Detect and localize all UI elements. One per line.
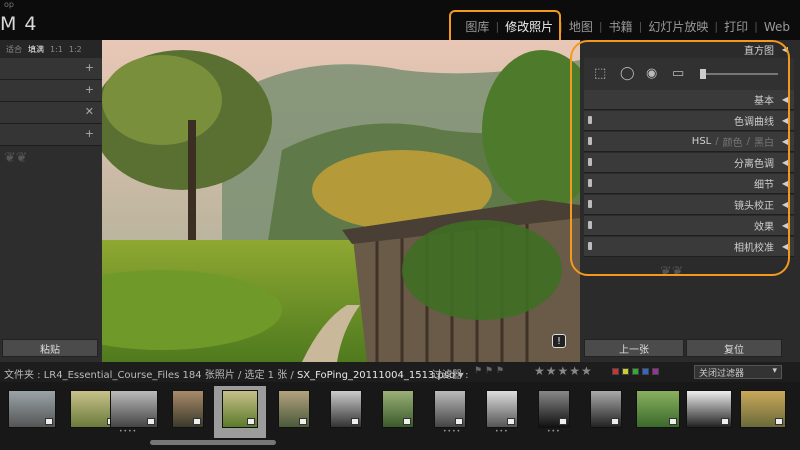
- app-brand: M 4: [0, 13, 38, 35]
- filmstrip-thumbnail[interactable]: [330, 390, 362, 428]
- filmstrip-bar: 文件夹 : LR4_Essential_Course_Files 184 张照片…: [0, 362, 800, 382]
- edit-badge-icon: [559, 418, 567, 425]
- filmstrip-thumbnail[interactable]: [382, 390, 414, 428]
- color-label-filter[interactable]: [612, 368, 659, 375]
- plus-icon[interactable]: +: [85, 61, 94, 74]
- module-book[interactable]: 书籍: [603, 18, 639, 35]
- plus-icon[interactable]: +: [85, 127, 94, 140]
- panel-end-ornament-icon: ❦❦: [4, 150, 28, 166]
- brand-fragment: op: [4, 0, 14, 9]
- plus-icon[interactable]: +: [85, 83, 94, 96]
- reset-button[interactable]: 复位: [686, 339, 782, 357]
- purple-label-icon[interactable]: [652, 368, 659, 375]
- edit-badge-icon: [721, 418, 729, 425]
- filter-label: 过滤器 :: [432, 370, 469, 381]
- filmstrip-thumbnail-selected[interactable]: ••••: [222, 390, 258, 435]
- photo-count: 184 张照片 / 选定 1 张 /: [182, 370, 294, 381]
- edit-badge-icon: [247, 418, 255, 425]
- paste-button[interactable]: 粘贴: [2, 339, 98, 357]
- presets-panel-row[interactable]: +: [0, 58, 102, 80]
- info-icon[interactable]: !: [552, 334, 566, 348]
- module-print[interactable]: 打印: [718, 18, 754, 35]
- filter-select-value: 关闭过滤器: [699, 368, 745, 379]
- edit-badge-icon: [775, 418, 783, 425]
- edit-badge-icon: [351, 418, 359, 425]
- star-filter-icon[interactable]: ★★★★★: [534, 364, 593, 378]
- flag-filter-icon[interactable]: ⚑ ⚑ ⚑: [474, 366, 504, 376]
- green-label-icon[interactable]: [632, 368, 639, 375]
- filmstrip-thumbnail[interactable]: [590, 390, 622, 428]
- module-web[interactable]: Web: [758, 20, 796, 34]
- filmstrip-thumbnail[interactable]: [636, 390, 680, 428]
- landscape-photo: [102, 40, 580, 362]
- chevron-down-icon: ▾: [772, 366, 777, 376]
- edit-badge-icon: [193, 418, 201, 425]
- yellow-label-icon[interactable]: [622, 368, 629, 375]
- rating-dots: •••: [495, 428, 509, 435]
- collections-panel-row[interactable]: +: [0, 124, 102, 146]
- edit-badge-icon: [669, 418, 677, 425]
- zoom-fill[interactable]: 填满: [28, 44, 44, 55]
- filmstrip-thumbnail[interactable]: [740, 390, 786, 428]
- edit-badge-icon: [611, 418, 619, 425]
- filter-select[interactable]: 关闭过滤器 ▾: [694, 365, 782, 379]
- module-slideshow[interactable]: 幻灯片放映: [642, 18, 714, 35]
- edit-badge-icon: [403, 418, 411, 425]
- folder-label: 文件夹 : LR4_Essential_Course_Files: [4, 370, 180, 381]
- rating-dots: •••: [547, 428, 561, 435]
- filmstrip-thumbnail[interactable]: •••: [538, 390, 570, 435]
- module-map[interactable]: 地图: [563, 18, 599, 35]
- rating-dots: ••••: [119, 428, 138, 435]
- left-panel: 适合 填满 1:1 1:2 + + ✕ + ❦❦ 粘贴: [0, 40, 102, 362]
- edit-badge-icon: [455, 418, 463, 425]
- history-panel-row[interactable]: ✕: [0, 102, 102, 124]
- rating-dots: ••••: [231, 428, 250, 435]
- source-breadcrumb[interactable]: 文件夹 : LR4_Essential_Course_Files 184 张照片…: [4, 366, 464, 381]
- snapshots-panel-row[interactable]: +: [0, 80, 102, 102]
- red-label-icon[interactable]: [612, 368, 619, 375]
- filmstrip-thumbnail[interactable]: [8, 390, 56, 428]
- rating-dots: ••••: [443, 428, 462, 435]
- zoom-1-1[interactable]: 1:1: [50, 45, 63, 54]
- filmstrip-thumbnail[interactable]: [686, 390, 732, 428]
- edit-badge-icon: [45, 418, 53, 425]
- develop-panels-annotation: [570, 40, 790, 276]
- navigator-zoom-bar: 适合 填满 1:1 1:2: [0, 40, 102, 58]
- edit-badge-icon: [507, 418, 515, 425]
- blue-label-icon[interactable]: [642, 368, 649, 375]
- filmstrip-thumbnail[interactable]: ••••: [110, 390, 158, 435]
- zoom-fit[interactable]: 适合: [6, 44, 22, 55]
- filmstrip-thumbnail[interactable]: [172, 390, 204, 428]
- zoom-1-2[interactable]: 1:2: [69, 45, 82, 54]
- edit-badge-icon: [147, 418, 155, 425]
- filmstrip-thumbnail[interactable]: ••••: [434, 390, 466, 435]
- previous-button[interactable]: 上一张: [584, 339, 684, 357]
- close-icon[interactable]: ✕: [85, 105, 94, 118]
- main-photo-preview[interactable]: !: [102, 40, 580, 362]
- filmstrip-scrollbar[interactable]: [150, 440, 276, 445]
- edit-badge-icon: [299, 418, 307, 425]
- filmstrip: •••• •••• •••• ••• •••: [0, 382, 800, 450]
- top-bar: op M 4 图库 | 修改照片 | 地图 | 书籍 | 幻灯片放映 | 打印 …: [0, 0, 800, 40]
- filmstrip-thumbnail[interactable]: •••: [486, 390, 518, 435]
- filmstrip-thumbnail[interactable]: [278, 390, 310, 428]
